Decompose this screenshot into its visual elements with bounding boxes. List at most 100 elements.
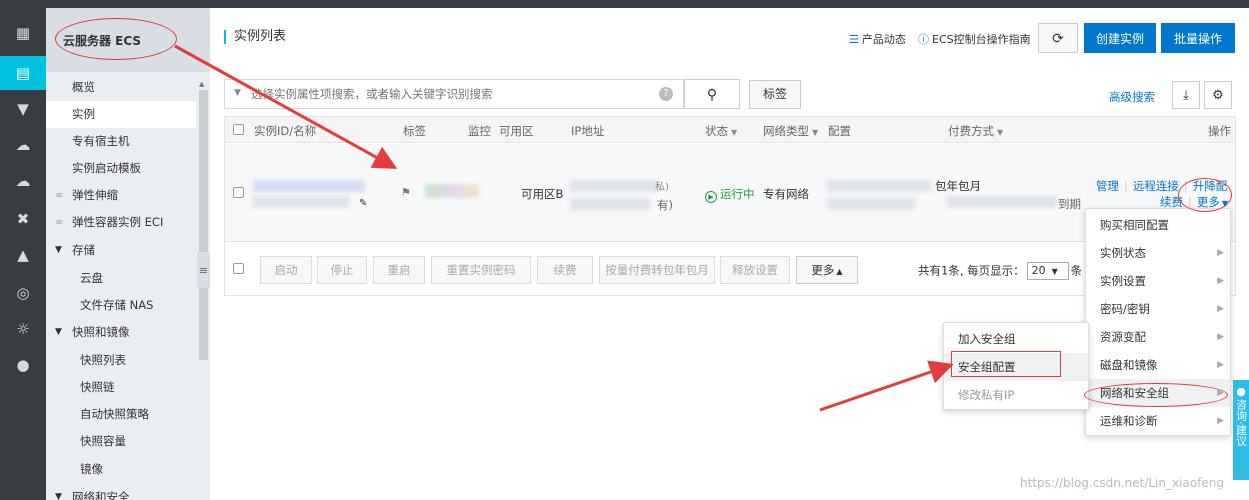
col-payment-label: 付费方式 [948,124,994,138]
status-badge: ▶ 运行中 [705,186,755,203]
product-news-link[interactable]: ☰ 产品动态 [849,31,906,47]
select-all-checkbox[interactable] [233,124,244,135]
pagination: 共有1条, 每页显示： 20 ▼ 条 [918,262,1082,280]
sidebar-item-eci[interactable]: ∞ 弹性容器实例 ECI [46,209,196,236]
grid-icon[interactable]: ▦ [0,16,46,50]
menu-item-instance-settings[interactable]: 实例设置 ▶ [1086,267,1230,295]
settings-button[interactable]: ⚙ [1204,81,1232,109]
console-guide-link[interactable]: ⓘ ECS控制台操作指南 [918,31,1031,47]
sidebar-item-snapshot-capacity[interactable]: 快照容量 [46,428,196,455]
sidebar-item-nas[interactable]: 文件存储 NAS [46,292,196,319]
col-zone: 可用区 [499,124,534,138]
caret-down-icon: ▼ [1051,267,1058,276]
server-icon[interactable]: ▤ [0,56,46,90]
sidebar-item-instances[interactable]: 实例 [46,101,196,128]
menu-item-label: 运维和诊断 [1100,414,1158,428]
edit-name-icon[interactable]: ✎ [359,198,367,209]
public-ip-redacted [570,180,658,192]
sidebar-item-launch-template[interactable]: 实例启动模板 [46,155,196,182]
scroll-up-icon[interactable]: ▲ [199,80,204,88]
start-button[interactable]: 启动 [260,256,312,284]
ip-suffix-public: 私) [655,182,669,193]
status-label: 运行中 [720,187,755,201]
manage-link[interactable]: 管理 [1096,179,1119,193]
sidebar-scrollbar[interactable]: ▲ [198,80,208,500]
cloud-icon[interactable]: ☁ [0,128,46,162]
monitor-chart[interactable] [425,184,479,198]
search-bar[interactable]: ▼ ? [224,79,684,109]
zone-value: 可用区B [521,187,564,201]
caret-down-icon[interactable]: ▼ [234,88,241,98]
sidebar-item-disks[interactable]: 云盘 [46,265,196,292]
refresh-button[interactable]: ⟳ [1038,23,1078,53]
page-size-value: 20 [1031,264,1046,277]
sidebar-group-storage[interactable]: ▼ 存储 [46,237,196,264]
sidebar: 云服务器 ECS 概览 实例 专有宿主机 实例启动模板 ∞ 弹性伸缩 ∞ 弹性容器实… [46,8,210,500]
sidebar-item-auto-scaling[interactable]: ∞ 弹性伸缩 [46,182,196,209]
advanced-search-link[interactable]: 高级搜索 [1109,89,1155,105]
expiry-redacted [947,196,1057,208]
chevron-right-icon: ▶ [1217,416,1224,426]
sidebar-item-snapshot-chain[interactable]: 快照链 [46,374,196,401]
network-icon[interactable]: ✖ [0,202,46,236]
footer-more-button[interactable]: 更多 ▲ [796,256,858,284]
stop-button[interactable]: 停止 [317,256,367,284]
remote-connect-link[interactable]: 远程连接 [1133,179,1179,193]
batch-operation-button[interactable]: 批量操作 [1161,23,1235,53]
link-icon: ∞ [55,190,64,201]
sidebar-item-dedicated-host[interactable]: 专有宿主机 [46,128,196,155]
caret-down-icon: ▼ [55,245,62,255]
menu-item-disk-image[interactable]: 磁盘和镜像 ▶ [1086,351,1230,379]
menu-item-instance-status[interactable]: 实例状态 ▶ [1086,239,1230,267]
create-instance-button[interactable]: 创建实例 [1084,23,1156,53]
col-payment[interactable]: 付费方式 ▼ [948,123,1003,139]
sidebar-item-overview[interactable]: 概览 [46,74,196,101]
menu-item-label: 实例状态 [1100,246,1146,260]
footer-more-label: 更多 [811,263,835,277]
menu-item-label: 购买相同配置 [1100,218,1169,232]
tag-filter-button[interactable]: 标签 [749,80,801,109]
footer-select-all-checkbox[interactable] [233,263,244,274]
export-button[interactable]: ⤓ [1172,81,1200,109]
globe-icon[interactable]: ◎ [0,276,46,310]
menu-item-modify-private-ip[interactable]: 修改私有IP [944,381,1088,409]
restart-button[interactable]: 重启 [373,256,425,284]
chevron-right-icon: ▶ [1217,276,1224,286]
col-status[interactable]: 状态 ▼ [705,123,737,139]
convert-billing-button[interactable]: 按量付费转包年包月 [599,256,715,284]
menu-item-join-security-group[interactable]: 加入安全组 [944,325,1088,353]
sidebar-group-network[interactable]: ▼ 网络和安全 [46,484,196,500]
settings-cloud-icon[interactable]: ☼ [0,312,46,346]
renew-button[interactable]: 续费 [537,256,593,284]
feedback-side-tab[interactable]: ● 咨询·建议 [1233,380,1249,480]
cluster-icon[interactable]: ▲ [0,238,46,272]
cloud-upload-icon[interactable]: ☁ [0,164,46,198]
scroll-thumb[interactable] [199,90,208,360]
release-settings-button[interactable]: 释放设置 [720,256,790,284]
sidebar-item-snapshot-list[interactable]: 快照列表 [46,347,196,374]
search-button[interactable]: ⚲ [684,79,740,109]
table-header: 实例ID/名称 标签 监控 可用区 IP地址 状态 ▼ 网络类型 ▼ 配置 付费方式… [225,117,1235,143]
page-title: 实例列表 [224,30,286,44]
reset-password-button[interactable]: 重置实例密码 [431,256,531,284]
collapse-sidebar-handle[interactable]: ≡ [197,252,210,288]
row-checkbox[interactable] [233,187,244,198]
ip-suffix-private: 有) [657,198,673,212]
shield-icon[interactable]: ▼ [0,92,46,126]
col-network-type[interactable]: 网络类型 ▼ [763,123,818,139]
divider: | [1124,179,1128,193]
tag-icon[interactable]: ⚑ [401,186,411,199]
menu-item-buy-same[interactable]: 购买相同配置 [1086,211,1230,239]
help-icon[interactable]: ? [659,87,673,101]
page-size-select[interactable]: 20 ▼ [1026,262,1069,280]
menu-item-resource-change[interactable]: 资源变配 ▶ [1086,323,1230,351]
search-input[interactable] [251,85,651,103]
export-icon: ⤓ [1183,87,1189,103]
chevron-right-icon: ▶ [1217,360,1224,370]
sidebar-group-snapshots[interactable]: ▼ 快照和镜像 [46,319,196,346]
sidebar-item-auto-snapshot[interactable]: 自动快照策略 [46,401,196,428]
menu-item-password-key[interactable]: 密码/密钥 ▶ [1086,295,1230,323]
sidebar-item-images[interactable]: 镜像 [46,456,196,483]
circle-icon[interactable]: ● [0,348,46,382]
menu-item-ops-diagnosis[interactable]: 运维和诊断 ▶ [1086,407,1230,435]
